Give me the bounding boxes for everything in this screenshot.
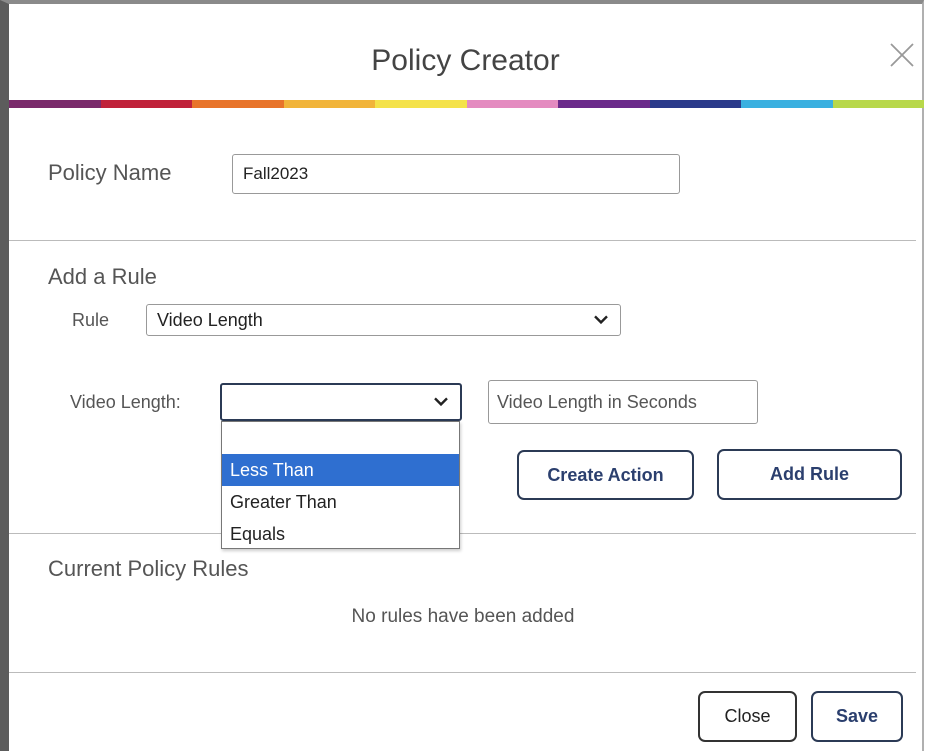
rule-label: Rule: [72, 310, 110, 330]
rainbow-segment: [832, 100, 924, 108]
rainbow-segment: [9, 100, 101, 108]
chevron-down-icon: [434, 397, 448, 407]
rainbow-segment: [558, 100, 650, 108]
policy-name-input[interactable]: [232, 154, 680, 194]
footer-divider: [9, 672, 916, 673]
rainbow-segment: [375, 100, 467, 108]
add-rule-button[interactable]: Add Rule: [717, 449, 902, 500]
rainbow-segment: [466, 100, 558, 108]
close-icon[interactable]: [887, 40, 917, 70]
video-length-label: Video Length:: [70, 392, 181, 412]
dropdown-option-blank[interactable]: [222, 422, 459, 454]
rainbow-segment: [649, 100, 741, 108]
close-button[interactable]: Close: [698, 691, 797, 742]
dialog-title: Policy Creator: [371, 44, 560, 77]
add-rule-title: Add a Rule: [48, 264, 157, 289]
dropdown-option-less-than[interactable]: Less Than: [222, 454, 459, 486]
rainbow-segment: [283, 100, 375, 108]
video-length-operator-select[interactable]: [220, 383, 462, 421]
policy-creator-dialog: Policy Creator: [0, 0, 924, 751]
dropdown-option-equals[interactable]: Equals: [222, 518, 459, 550]
empty-rules-message: No rules have been added: [351, 606, 575, 627]
section-divider: [9, 533, 221, 534]
rainbow-segment: [741, 100, 833, 108]
section-divider: [460, 533, 916, 534]
rainbow-segment: [100, 100, 192, 108]
policy-name-label: Policy Name: [48, 160, 172, 185]
video-length-seconds-input[interactable]: [488, 380, 758, 424]
section-divider: [9, 240, 916, 241]
rule-select-value: Video Length: [157, 309, 263, 330]
chevron-down-icon: [594, 315, 608, 325]
create-action-button[interactable]: Create Action: [517, 450, 694, 500]
rule-select[interactable]: Video Length: [146, 304, 621, 336]
rainbow-divider: [9, 100, 924, 108]
save-button[interactable]: Save: [811, 691, 903, 742]
rainbow-segment: [192, 100, 284, 108]
video-length-dropdown-list: Less Than Greater Than Equals: [221, 421, 460, 549]
current-rules-title: Current Policy Rules: [48, 556, 249, 581]
dropdown-option-greater-than[interactable]: Greater Than: [222, 486, 459, 518]
